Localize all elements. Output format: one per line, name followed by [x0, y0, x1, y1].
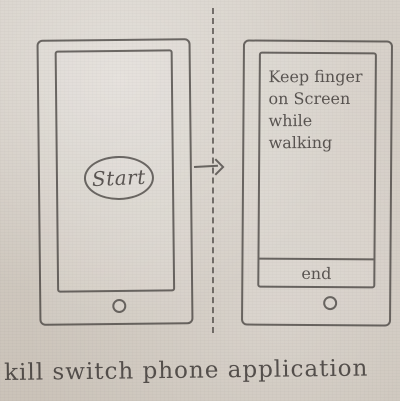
- walking-instruction: Keep finger on Screen while walking: [268, 66, 372, 154]
- instruction-line-1: Keep finger: [268, 66, 363, 87]
- start-button-label: Start: [91, 164, 147, 192]
- end-button-label: end: [301, 263, 332, 283]
- sketch-page: Start Keep finger on Screen while walkin…: [0, 0, 400, 401]
- instruction-line-4: walking: [268, 133, 333, 153]
- arrow-right-icon: [193, 158, 225, 176]
- phone-mockup-walking: Keep finger on Screen while walking end: [241, 39, 393, 327]
- instruction-line-3: while: [268, 111, 313, 131]
- end-button[interactable]: end: [259, 257, 374, 287]
- start-button[interactable]: Start: [83, 155, 155, 201]
- instruction-line-2: on Screen: [268, 88, 351, 109]
- sketch-caption: kill switch phone application: [4, 355, 369, 386]
- phone-mockup-start: Start: [36, 38, 194, 326]
- phone-screen-start: Start: [54, 49, 176, 293]
- arrow-head: [207, 158, 225, 176]
- home-button-icon: [112, 298, 127, 314]
- phone-screen-walking: Keep finger on Screen while walking end: [257, 51, 377, 289]
- home-button-icon: [323, 296, 338, 311]
